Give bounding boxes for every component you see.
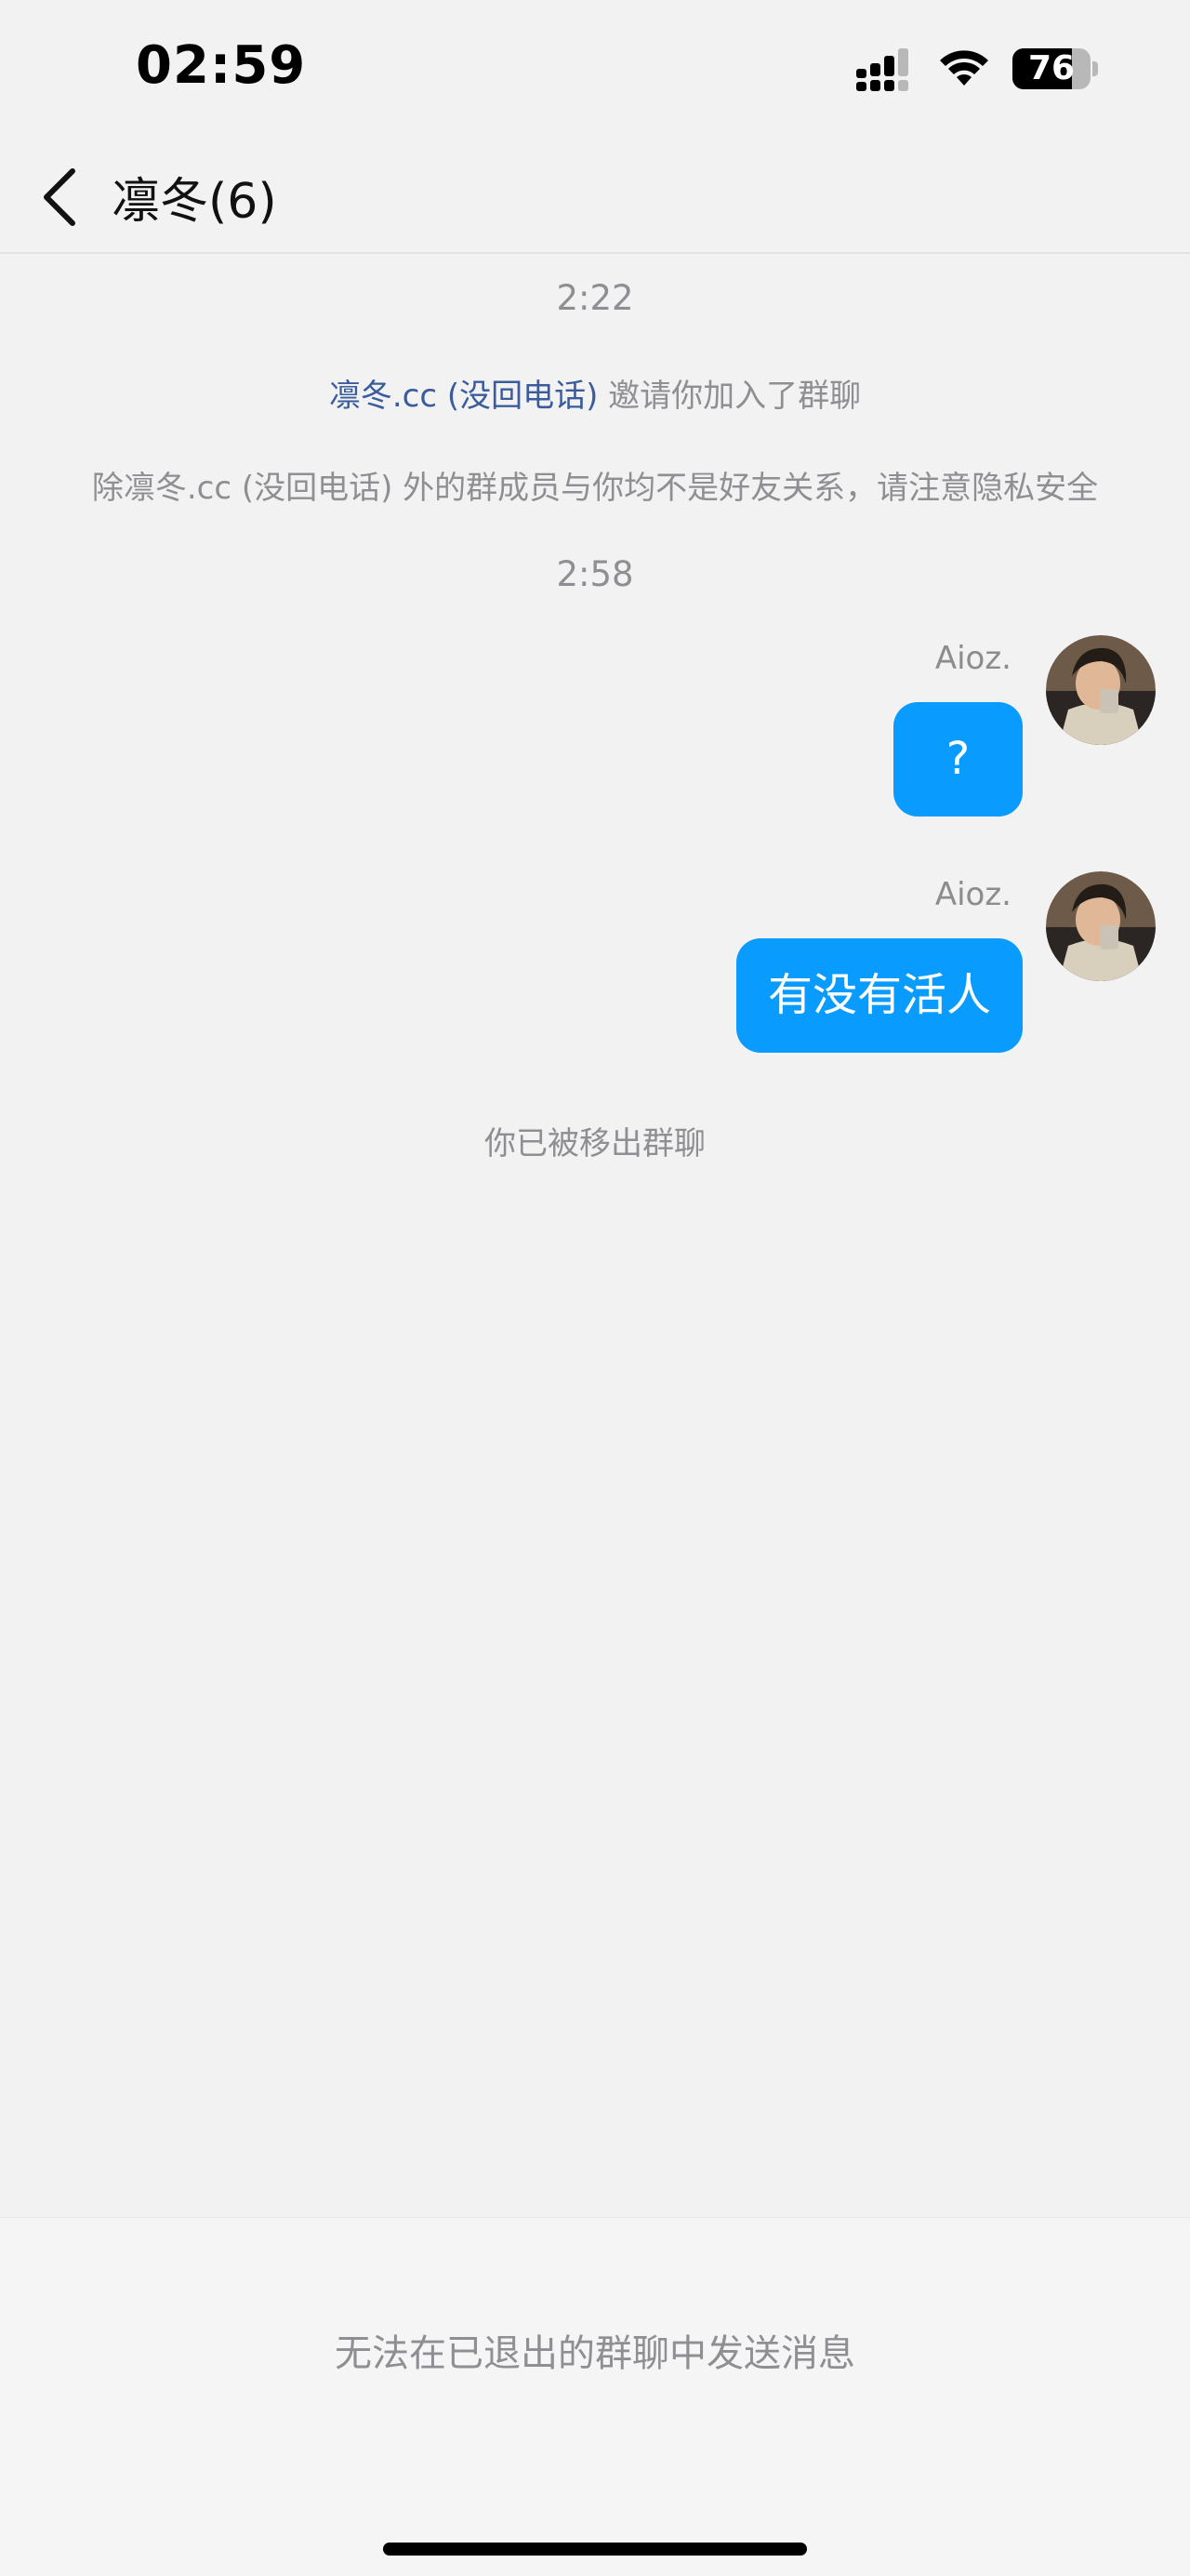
timestamp: 2:58 [556,554,634,594]
message-bubble[interactable]: ? [893,702,1023,817]
message-bubble[interactable]: 有没有活人 [736,938,1023,1053]
status-time: 02:59 [136,35,307,96]
battery-icon: 76 [1012,48,1098,89]
invite-text: 邀请你加入了群聊 [598,378,862,415]
invite-notice: 凛冬.cc (没回电话) 邀请你加入了群聊 [0,370,1190,416]
avatar[interactable] [1046,635,1156,745]
battery-percent: 76 [1027,49,1076,87]
cellular-signal-icon [856,48,908,91]
avatar[interactable] [1046,871,1156,981]
inviter-link[interactable]: 凛冬.cc (没回电话) [329,378,599,415]
chat-header: 凛冬(6) [0,139,1190,254]
input-disabled-bar: 无法在已退出的群聊中发送消息 [0,2217,1190,2576]
sender-name: Aioz. [934,640,1012,677]
sender-name: Aioz. [934,876,1012,913]
home-indicator[interactable] [383,2543,807,2556]
privacy-notice: 除凛冬.cc (没回电话) 外的群成员与你均不是好友关系，请注意隐私安全 [91,470,1099,507]
timestamp: 2:22 [556,278,634,318]
cannot-send-notice: 无法在已退出的群聊中发送消息 [335,2332,855,2375]
chevron-left-icon[interactable] [33,158,89,232]
removed-notice: 你已被移出群聊 [484,1125,706,1162]
status-bar: 02:59 76 [0,0,1190,139]
chat-title: 凛冬(6) [112,174,277,230]
wifi-icon [940,50,988,86]
